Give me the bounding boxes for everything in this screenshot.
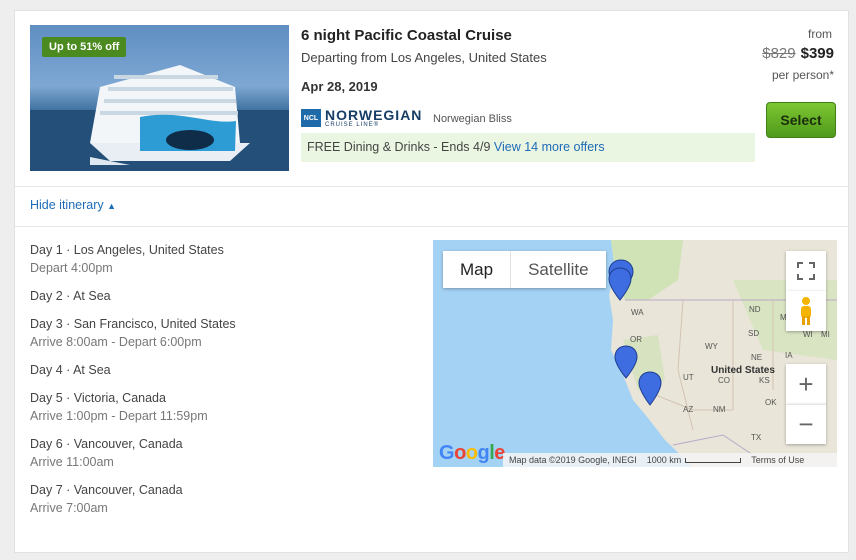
ncl-badge: NCL — [301, 109, 321, 127]
divider — [15, 226, 848, 227]
day-times: Arrive 8:00am - Depart 6:00pm — [30, 335, 202, 349]
map-label-wi: WI — [803, 330, 813, 339]
ship-name: Norwegian Bliss — [433, 113, 512, 125]
map-label-mi: MI — [821, 330, 830, 339]
itinerary-day: Day 3 · San Francisco, United States Arri… — [30, 315, 410, 351]
plus-icon: + — [798, 368, 814, 399]
map-label-ok: OK — [765, 398, 777, 407]
day-times: Arrive 7:00am — [30, 501, 108, 515]
promo-text: FREE Dining & Drinks - Ends 4/9 — [307, 140, 491, 154]
map-type-tabs: Map Satellite — [443, 251, 606, 288]
map-terms-link[interactable]: Terms of Use — [751, 455, 804, 465]
sail-date: Apr 28, 2019 — [301, 79, 378, 94]
day-title: Day 4 · At Sea — [30, 363, 111, 377]
route-map[interactable]: WA OR NV AZ NM CO UT WY ND SD NE KS OK T… — [433, 240, 837, 467]
original-price: $829 — [762, 45, 796, 62]
day-title: Day 1 · Los Angeles, United States — [30, 243, 224, 257]
more-offers-link[interactable]: View 14 more offers — [494, 140, 605, 154]
per-person-label: per person* — [771, 68, 834, 82]
hide-itinerary-label: Hide itinerary — [30, 198, 104, 212]
map-label-tx: TX — [751, 433, 762, 442]
zoom-in-button[interactable]: + — [786, 364, 826, 404]
tab-map[interactable]: Map — [443, 251, 512, 288]
itinerary-day: Day 7 · Vancouver, Canada Arrive 7:00am — [30, 481, 410, 517]
day-title: Day 7 · Vancouver, Canada — [30, 483, 183, 497]
map-attribution: Map data ©2019 Google, INEGI — [509, 455, 637, 465]
tab-satellite[interactable]: Satellite — [511, 251, 605, 288]
day-title: Day 6 · Vancouver, Canada — [30, 437, 183, 451]
map-footer: Map data ©2019 Google, INEGI 1000 km Ter… — [503, 453, 837, 467]
map-label-nm: NM — [713, 405, 726, 414]
map-label-co: CO — [718, 376, 730, 385]
map-label-az: AZ — [683, 405, 693, 414]
day-title: Day 5 · Victoria, Canada — [30, 391, 166, 405]
fullscreen-icon — [797, 262, 815, 280]
ship-image[interactable]: Up to 51% off — [30, 25, 289, 171]
map-label-sd: SD — [748, 329, 759, 338]
minus-icon: − — [798, 409, 814, 439]
fullscreen-button[interactable] — [786, 251, 826, 291]
cruise-line-name: NORWEGIAN — [325, 107, 423, 123]
itinerary-day: Day 4 · At Sea — [30, 361, 410, 379]
itinerary-day: Day 5 · Victoria, Canada Arrive 1:00pm - … — [30, 389, 410, 425]
scale-label: 1000 km — [646, 455, 682, 465]
map-label-ia: IA — [785, 351, 793, 360]
itinerary-list: Day 1 · Los Angeles, United States Depart… — [30, 241, 410, 527]
zoom-out-button[interactable]: − — [786, 404, 826, 444]
sale-price: $399 — [800, 45, 834, 62]
scale-bar — [685, 457, 742, 463]
select-button[interactable]: Select — [766, 102, 836, 138]
map-label-wy: WY — [705, 342, 719, 351]
street-view-pegman[interactable] — [786, 291, 826, 331]
deal-badge: Up to 51% off — [42, 37, 127, 57]
map-label-ks: KS — [759, 376, 770, 385]
map-label-or: OR — [630, 335, 642, 344]
itinerary-day: Day 6 · Vancouver, Canada Arrive 11:00am — [30, 435, 410, 471]
day-title: Day 3 · San Francisco, United States — [30, 317, 236, 331]
itinerary-day: Day 2 · At Sea — [30, 287, 410, 305]
divider — [15, 186, 848, 187]
promo-banner: FREE Dining & Drinks - Ends 4/9 View 14 … — [301, 133, 755, 162]
pegman-icon — [801, 297, 811, 325]
cruise-line-logo: NCL NORWEGIAN CRUISE LINE® — [301, 108, 422, 128]
departure-port: Departing from Los Angeles, United State… — [301, 50, 547, 65]
google-logo[interactable]: Google — [439, 442, 505, 465]
day-times: Arrive 11:00am — [30, 455, 114, 469]
map-label-ut: UT — [683, 373, 694, 382]
hide-itinerary-link[interactable]: Hide itinerary ▲ — [30, 198, 116, 212]
day-times: Arrive 1:00pm - Depart 11:59pm — [30, 409, 208, 423]
day-title: Day 2 · At Sea — [30, 289, 111, 303]
map-label-ne: NE — [751, 353, 762, 362]
price-row: $829 $399 — [762, 45, 834, 62]
cruise-title[interactable]: 6 night Pacific Coastal Cruise — [301, 27, 512, 44]
map-label-nd: ND — [749, 305, 761, 314]
map-label-wa: WA — [631, 308, 644, 317]
cruise-card: Up to 51% off 6 night Pacific Coastal Cr… — [14, 10, 849, 553]
map-country-label: United States — [711, 365, 775, 376]
itinerary-day: Day 1 · Los Angeles, United States Depart… — [30, 241, 410, 277]
chevron-up-icon: ▲ — [107, 201, 117, 211]
price-from-label: from — [808, 27, 832, 41]
map-scale[interactable]: 1000 km — [647, 455, 742, 465]
day-times: Depart 4:00pm — [30, 261, 113, 275]
